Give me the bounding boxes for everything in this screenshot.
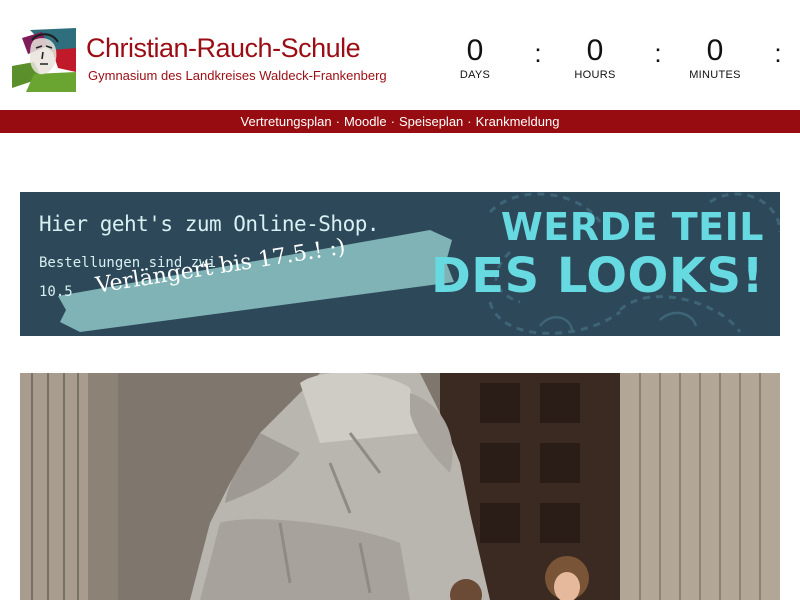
banner-headline-line2: DES LOOKS! — [430, 248, 764, 304]
nav-link-vertretungsplan[interactable]: Vertretungsplan — [241, 114, 332, 129]
statue-with-columns-photo — [20, 373, 780, 600]
banner-date-text: 10.5 — [39, 284, 73, 300]
nav-link-krankmeldung[interactable]: Krankmeldung — [476, 114, 560, 129]
nav-link-moodle[interactable]: Moodle — [344, 114, 387, 129]
online-shop-banner[interactable]: Hier geht's zum Online-Shop. Bestellunge… — [20, 192, 780, 336]
nav-link-speiseplan[interactable]: Speiseplan — [399, 114, 463, 129]
countdown-minutes: 0 MINUTES — [680, 34, 750, 82]
page: Christian-Rauch-Schule Gymnasium des Lan… — [0, 0, 800, 600]
nav-separator: · — [390, 114, 395, 129]
banner-headline-line1: WERDE TEIL — [500, 205, 764, 249]
banner-headline: WERDE TEIL DES LOOKS! — [431, 208, 764, 300]
countdown-days-value: 0 — [466, 34, 484, 67]
countdown-days: 0 DAYS — [440, 34, 510, 82]
countdown-separator: : — [534, 38, 542, 68]
quick-links-bar: Vertretungsplan · Moodle · Speiseplan · … — [0, 110, 800, 133]
countdown-minutes-value: 0 — [706, 34, 724, 67]
school-portrait-logo-icon[interactable] — [12, 28, 78, 92]
site-subtitle: Gymnasium des Landkreises Waldeck-Franke… — [88, 68, 387, 83]
nav-separator: · — [335, 114, 340, 129]
countdown-minutes-label: MINUTES — [689, 69, 741, 81]
banner-shop-text: Hier geht's zum Online-Shop. — [39, 212, 380, 236]
countdown-hours: 0 HOURS — [560, 34, 630, 82]
site-header: Christian-Rauch-Schule Gymnasium des Lan… — [0, 0, 800, 110]
countdown-days-label: DAYS — [459, 69, 491, 81]
countdown-separator: : — [774, 38, 782, 68]
countdown-hours-label: HOURS — [574, 69, 616, 81]
countdown-hours-value: 0 — [586, 34, 604, 67]
countdown-timer: 0 DAYS : 0 HOURS : 0 MINUTES : — [440, 36, 800, 86]
site-title[interactable]: Christian-Rauch-Schule — [86, 33, 361, 64]
countdown-separator: : — [654, 38, 662, 68]
nav-separator: · — [467, 114, 472, 129]
